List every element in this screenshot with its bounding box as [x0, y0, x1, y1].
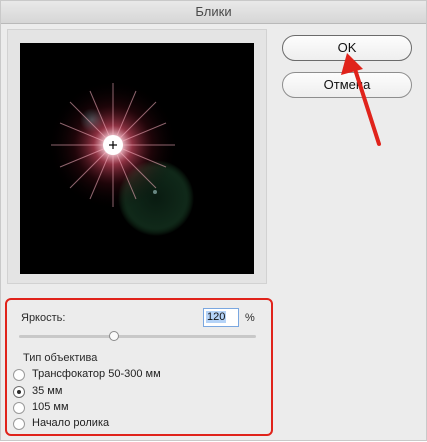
flare-preview-image [20, 43, 254, 274]
preview-panel [7, 29, 267, 284]
lens-option-label: 105 мм [32, 401, 69, 413]
lens-option-label: Трансфокатор 50-300 мм [32, 368, 161, 380]
radio-button[interactable] [13, 418, 25, 430]
brightness-slider-track[interactable] [19, 335, 256, 338]
ok-button[interactable]: OK [282, 35, 412, 61]
brightness-value: 120 [206, 311, 227, 323]
brightness-unit: % [245, 312, 255, 324]
radio-button[interactable] [13, 402, 25, 414]
lens-type-label: Тип объектива [23, 352, 101, 364]
brightness-input[interactable]: 120 [203, 308, 239, 327]
radio-button[interactable] [13, 386, 25, 398]
flare-preview[interactable] [20, 43, 254, 274]
brightness-slider-thumb[interactable] [108, 331, 119, 341]
lens-option-label: Начало ролика [32, 417, 110, 429]
brightness-label: Яркость: [21, 312, 66, 324]
dialog-title: Блики [1, 1, 426, 24]
lens-flare-dialog: Блики OK Отмена Яркость: 120 % Тип объек… [0, 0, 427, 441]
lens-option-label: 35 мм [32, 385, 63, 397]
radio-button[interactable] [13, 369, 25, 381]
cancel-button[interactable]: Отмена [282, 72, 412, 98]
